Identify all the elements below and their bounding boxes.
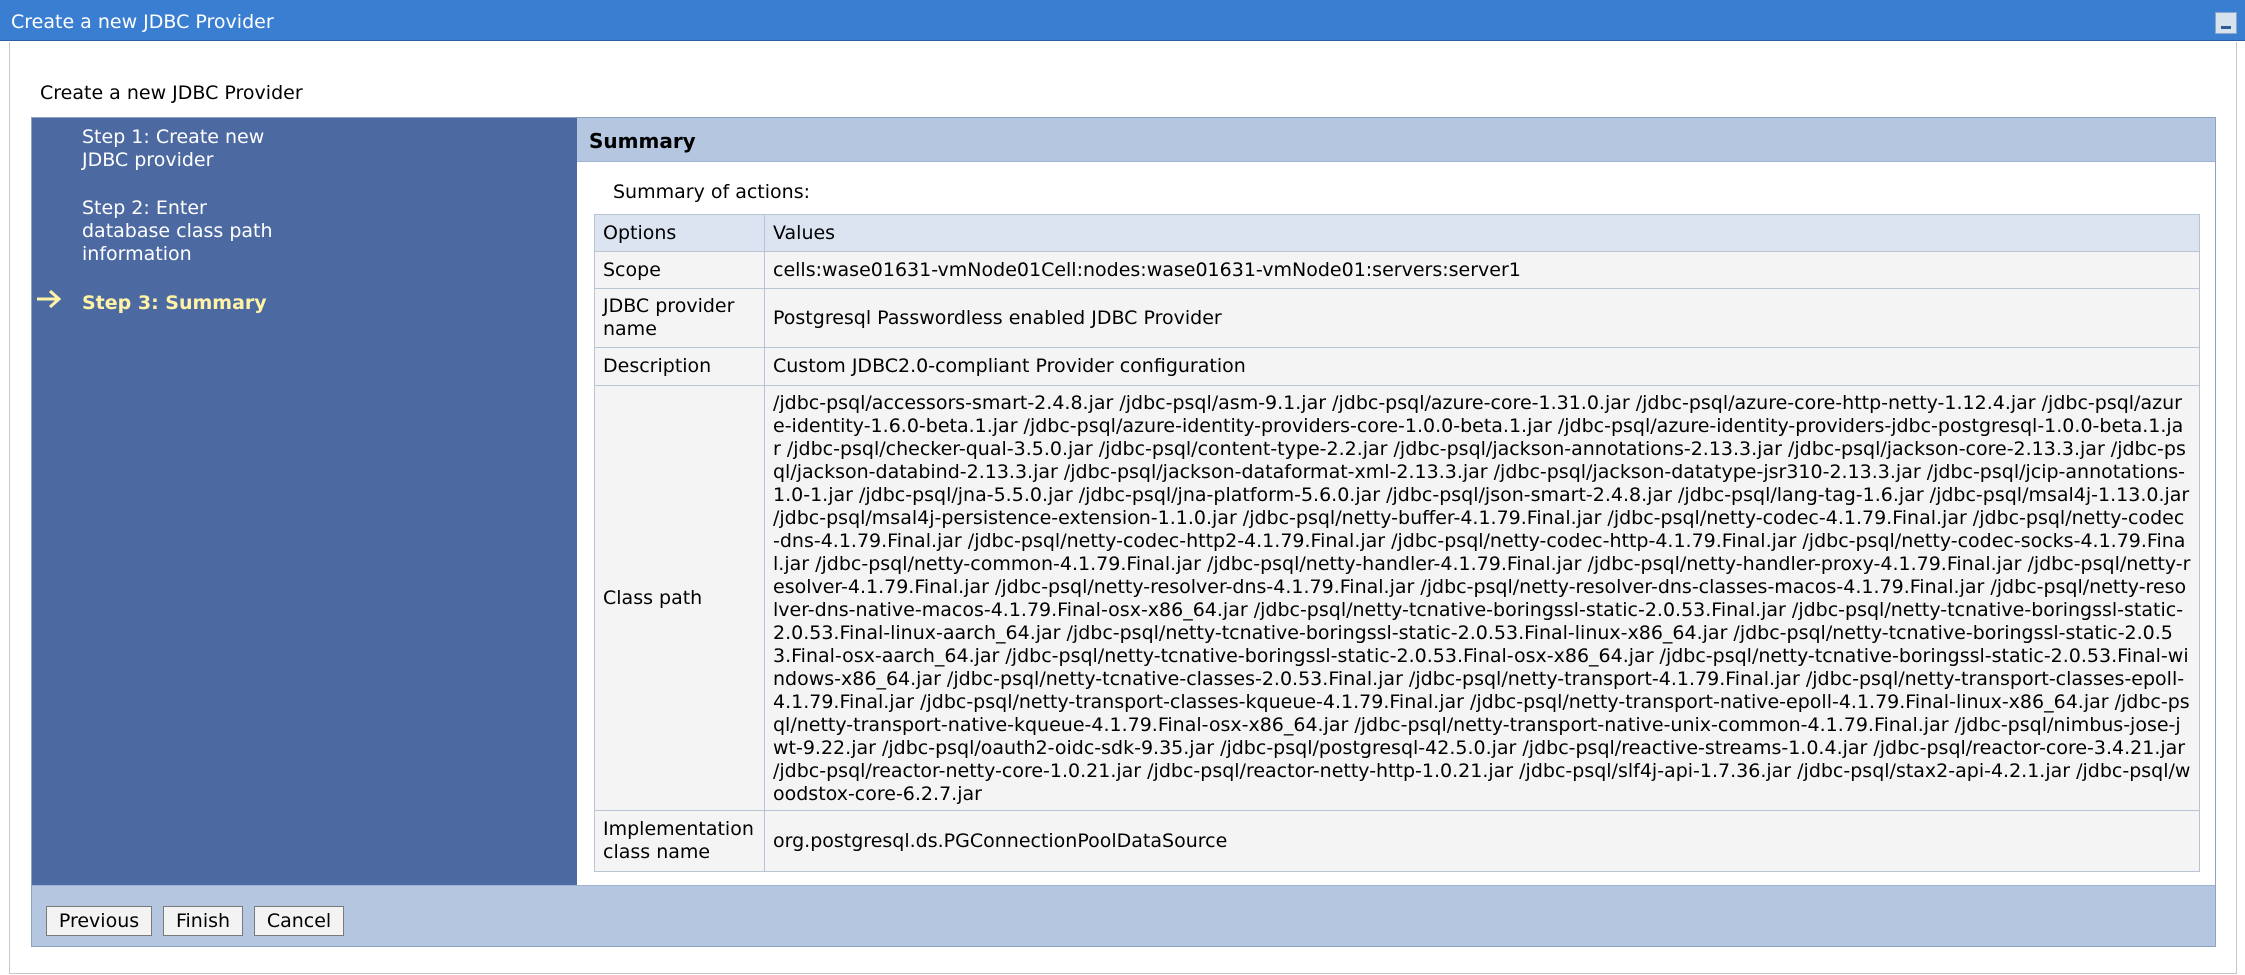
window-title: Create a new JDBC Provider	[11, 11, 274, 33]
window-titlebar: Create a new JDBC Provider	[0, 0, 2245, 41]
step-label-line: Step 2: Enter	[82, 197, 207, 219]
step-label-line: JDBC provider	[82, 149, 214, 171]
step-label-line: Step 3: Summary	[82, 292, 267, 314]
summary-actions-label: Summary of actions:	[613, 181, 810, 203]
previous-button[interactable]: Previous	[46, 906, 152, 936]
summary-header: Summary	[577, 118, 2215, 162]
column-header-options: Options	[594, 214, 765, 252]
wizard-button-bar	[32, 885, 2215, 946]
table-header-row: Options Values	[594, 214, 2200, 252]
table-row: Implementation class name org.postgresql…	[594, 810, 2200, 872]
value-cell: cells:wase01631-vmNode01Cell:nodes:wase0…	[764, 251, 2200, 289]
table-row: JDBC provider name Postgresql Passwordle…	[594, 288, 2200, 348]
step-label-line: information	[82, 243, 192, 265]
arrow-right-icon	[37, 289, 62, 309]
table-row: Class path /jdbc-psql/accessors-smart-2.…	[594, 385, 2200, 811]
step-2-class-path[interactable]: Step 2: Enter database class path inform…	[82, 197, 312, 266]
step-3-summary: Step 3: Summary	[82, 292, 312, 315]
table-row: Scope cells:wase01631-vmNode01Cell:nodes…	[594, 251, 2200, 289]
minimize-icon	[2221, 26, 2231, 29]
step-1-create-provider[interactable]: Step 1: Create new JDBC provider	[82, 126, 312, 172]
summary-title: Summary	[589, 129, 696, 153]
summary-table: Options Values Scope cells:wase01631-vmN…	[594, 214, 2200, 872]
option-cell: Description	[594, 347, 765, 386]
step-label-line: database class path	[82, 220, 273, 242]
value-cell: Postgresql Passwordless enabled JDBC Pro…	[764, 288, 2200, 348]
finish-button[interactable]: Finish	[163, 906, 243, 936]
minimize-button[interactable]	[2215, 12, 2237, 34]
option-cell: Implementation class name	[594, 810, 765, 872]
option-cell: Scope	[594, 251, 765, 289]
cancel-button[interactable]: Cancel	[254, 906, 344, 936]
value-cell: org.postgresql.ds.PGConnectionPoolDataSo…	[764, 810, 2200, 872]
column-header-values: Values	[764, 214, 2200, 252]
step-label-line: Step 1: Create new	[82, 126, 265, 148]
table-row: Description Custom JDBC2.0-compliant Pro…	[594, 347, 2200, 386]
page-title: Create a new JDBC Provider	[40, 82, 303, 104]
option-cell: Class path	[594, 385, 765, 811]
option-cell: JDBC provider name	[594, 288, 765, 348]
class-path-value: /jdbc-psql/accessors-smart-2.4.8.jar /jd…	[764, 385, 2200, 811]
value-cell: Custom JDBC2.0-compliant Provider config…	[764, 347, 2200, 386]
